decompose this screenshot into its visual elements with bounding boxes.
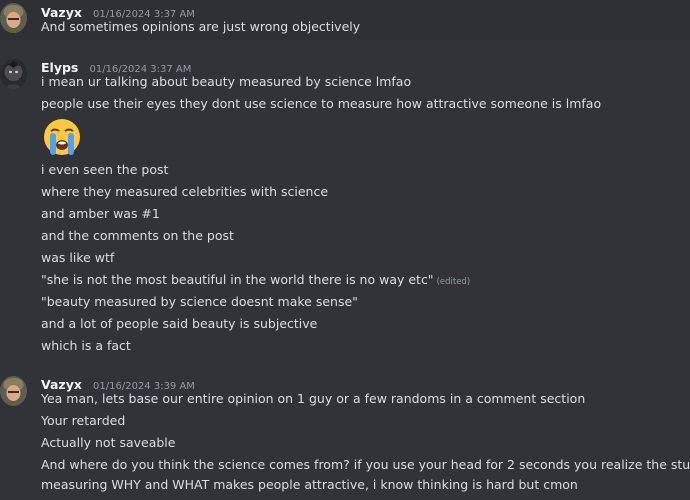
message-text: measuring WHY and WHAT makes people attr…: [41, 477, 578, 492]
helmeted-soldier-avatar-icon: [0, 376, 27, 406]
message-text: Actually not saveable: [41, 435, 176, 450]
message-text: Your retarded: [41, 413, 126, 428]
message-group: Vazyx 01/16/2024 3:39 AM Yea man, lets b…: [0, 0, 690, 500]
message-text: And where do you think the science comes…: [41, 457, 690, 472]
username[interactable]: Vazyx: [41, 377, 82, 392]
message-text: Yea man, lets base our entire opinion on…: [41, 391, 586, 406]
avatar[interactable]: [0, 376, 27, 406]
